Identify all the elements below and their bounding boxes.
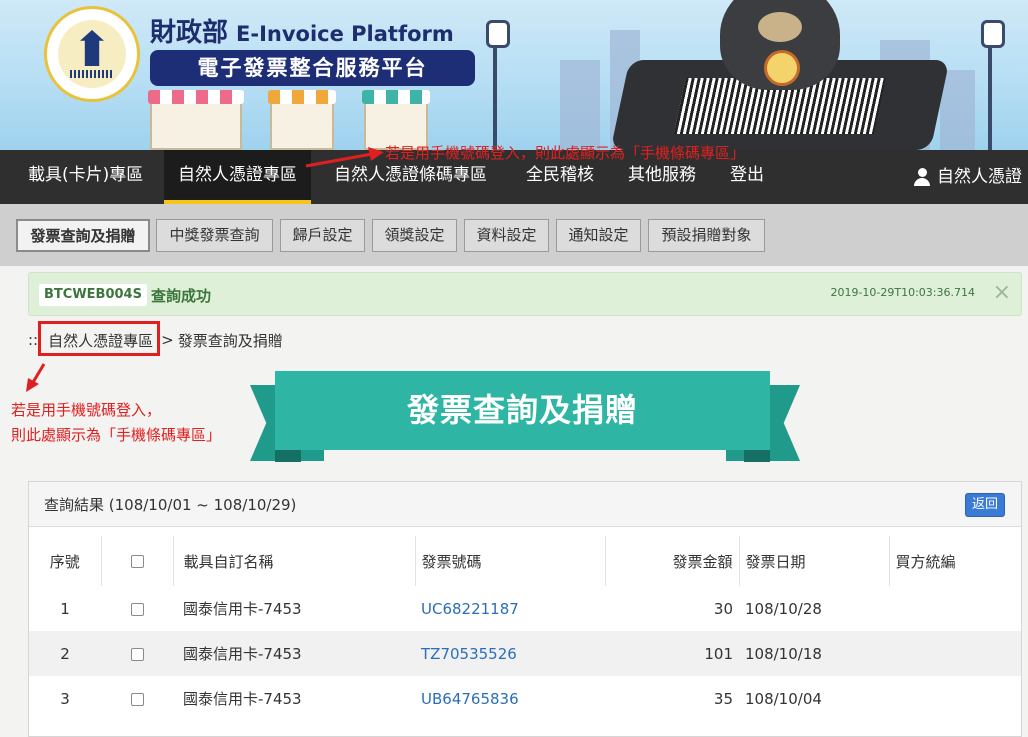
col-serial: 序號 <box>29 536 102 586</box>
user-icon <box>913 168 931 186</box>
tab-winning-invoice[interactable]: 中獎發票查詢 <box>156 219 273 252</box>
row-select-cell <box>101 631 173 676</box>
red-arrow-icon <box>26 363 46 392</box>
select-all-checkbox[interactable] <box>130 555 144 568</box>
annotation-left: 若是用手機號碼登入， 則此處顯示為「手機條碼專區」 <box>11 398 221 448</box>
row-checkbox[interactable] <box>130 602 144 616</box>
col-invoice-amount: 發票金額 <box>605 536 740 586</box>
col-invoice-date: 發票日期 <box>739 536 890 586</box>
row-date: 108/10/28 <box>745 599 822 618</box>
ministry-name: 財政部 <box>150 18 229 48</box>
brand-title: 財政部 E-Invoice Platform <box>150 12 454 49</box>
row-carrier-name: 國泰信用卡-7453 <box>173 631 415 676</box>
success-alert: BTCWEB004S 查詢成功 2019-10-29T10:03:36.714 … <box>28 272 1022 316</box>
row-invoice-link[interactable]: UB64765836 <box>415 676 605 721</box>
row-select-cell <box>101 676 173 721</box>
col-invoice-number: 發票號碼 <box>415 536 606 586</box>
tab-invoice-query-donate[interactable]: 發票查詢及捐贈 <box>16 219 150 252</box>
row-buyer-id <box>889 676 1021 721</box>
annotation-highlight-box <box>38 321 160 356</box>
row-buyer-id <box>889 586 1021 631</box>
row-invoice-link[interactable]: UC68221187 <box>415 586 605 631</box>
table-row: 3 國泰信用卡-7453 UB64765836 35 108/10/04 <box>29 676 1021 721</box>
row-serial: 2 <box>29 631 101 676</box>
results-panel-header: 查詢結果 (108/10/01 ~ 108/10/29) 返回 <box>29 482 1021 527</box>
col-carrier-name: 載具自訂名稱 <box>173 536 416 586</box>
ribbon-fold-left <box>275 449 301 462</box>
platform-chinese-name: 電子發票整合服務平台 <box>150 50 475 86</box>
row-invoice-link[interactable]: TZ70535526 <box>415 631 605 676</box>
sub-nav: 發票查詢及捐贈 中獎發票查詢 歸戶設定 領獎設定 資料設定 通知設定 預設捐贈對… <box>0 204 1028 266</box>
results-title: 查詢結果 (108/10/01 ~ 108/10/29) <box>44 496 297 514</box>
nav-citizen-cert[interactable]: 自然人憑證專區 <box>164 150 311 204</box>
table-header-row: 序號 載具自訂名稱 發票號碼 發票金額 發票日期 買方統編 <box>29 536 1021 586</box>
row-serial: 3 <box>60 689 70 708</box>
shop-illustration <box>268 90 336 150</box>
col-select <box>101 536 174 586</box>
row-select-cell <box>101 586 173 631</box>
city-building <box>560 60 600 150</box>
col-buyer-id: 買方統編 <box>889 536 1021 586</box>
table-row: 2 國泰信用卡-7453 TZ70535526 101 108/10/18 <box>29 631 1021 676</box>
row-date: 108/10/18 <box>739 631 889 676</box>
table-row: 1 國泰信用卡-7453 UC68221187 30 108/10/28 <box>29 586 1021 631</box>
logo-emblem-icon <box>58 20 126 88</box>
row-date: 108/10/04 <box>745 689 822 708</box>
row-checkbox[interactable] <box>130 647 144 661</box>
breadcrumb-separator: > <box>161 331 174 349</box>
page-title: 發票查詢及捐贈 <box>275 371 770 450</box>
bear-mascot <box>720 0 840 90</box>
row-amount: 30 <box>713 599 733 618</box>
row-serial: 1 <box>60 599 70 618</box>
tab-prize-settings[interactable]: 領獎設定 <box>372 219 457 252</box>
breadcrumb-prefix: :: <box>28 331 39 349</box>
alert-code: BTCWEB004S <box>39 284 147 306</box>
row-amount: 35 <box>713 689 733 708</box>
tab-data-settings[interactable]: 資料設定 <box>464 219 549 252</box>
row-carrier-name: 國泰信用卡-7453 <box>183 690 302 708</box>
close-icon[interactable]: × <box>993 281 1011 305</box>
row-amount: 101 <box>605 631 739 676</box>
ribbon-fold-right <box>744 449 770 462</box>
annotation-left-line1: 若是用手機號碼登入， <box>11 401 162 419</box>
annotation-top: 若是用手機號碼登入，則此處顯示為「手機條碼專區」 <box>385 144 746 162</box>
row-carrier-name: 國泰信用卡-7453 <box>183 600 302 618</box>
user-menu[interactable]: 自然人憑證 <box>913 150 1022 204</box>
annotation-left-line2: 則此處顯示為「手機條碼專區」 <box>11 426 222 444</box>
breadcrumb-current: 發票查詢及捐贈 <box>177 331 283 350</box>
red-arrow-icon <box>305 147 384 168</box>
shop-illustration <box>148 90 244 150</box>
results-table: 序號 載具自訂名稱 發票號碼 發票金額 發票日期 買方統編 1 國泰信用卡-74… <box>29 536 1021 721</box>
user-label: 自然人憑證 <box>937 167 1022 187</box>
header-banner: 財政部 E-Invoice Platform 電子發票整合服務平台 <box>0 0 1028 150</box>
row-buyer-id <box>889 631 1021 676</box>
tab-notification-settings[interactable]: 通知設定 <box>556 219 641 252</box>
results-panel: 查詢結果 (108/10/01 ~ 108/10/29) 返回 序號 載具自訂名… <box>28 481 1022 737</box>
city-building <box>940 70 975 150</box>
alert-message: 查詢成功 <box>151 287 212 305</box>
ministry-logo[interactable] <box>44 6 140 102</box>
street-lamp <box>981 20 1005 150</box>
row-checkbox[interactable] <box>130 692 144 706</box>
street-lamp <box>486 20 510 150</box>
platform-english-name: E-Invoice Platform <box>236 22 454 46</box>
tab-default-donation[interactable]: 預設捐贈對象 <box>648 219 765 252</box>
back-button[interactable]: 返回 <box>964 493 1005 517</box>
nav-carrier-card[interactable]: 載具(卡片)專區 <box>28 150 143 204</box>
alert-timestamp: 2019-10-29T10:03:36.714 <box>830 286 975 299</box>
tab-aggregation-settings[interactable]: 歸戶設定 <box>280 219 365 252</box>
